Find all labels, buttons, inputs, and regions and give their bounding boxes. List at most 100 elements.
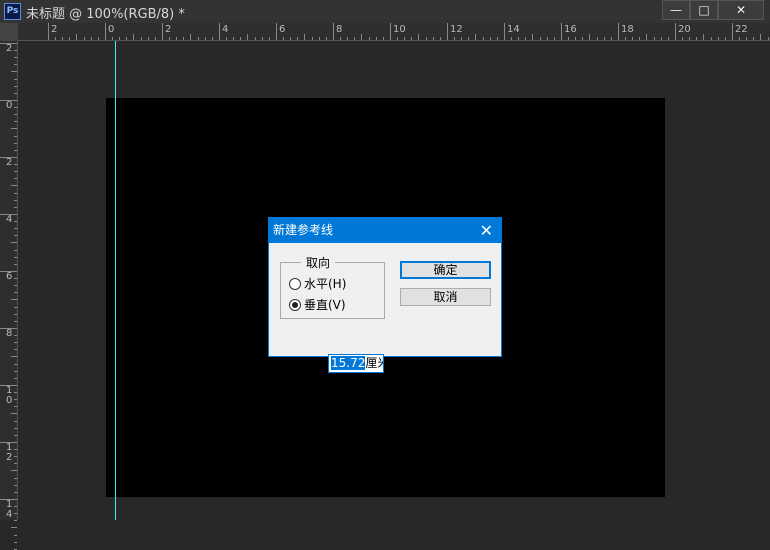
- ruler-tick: [14, 64, 17, 66]
- ruler-tick: [14, 477, 17, 479]
- ruler-tick: [361, 34, 363, 40]
- ruler-tick: [354, 37, 356, 40]
- ruler-tick: [660, 37, 662, 40]
- ruler-tick: [746, 37, 748, 40]
- ruler-tick: [439, 37, 441, 40]
- ruler-tick: [404, 37, 406, 40]
- ruler-tick: [14, 285, 17, 287]
- ruler-label: 2: [6, 43, 13, 54]
- ruler-tick: [717, 37, 719, 40]
- minimize-button[interactable]: —: [662, 0, 690, 20]
- ruler-tick: [675, 23, 676, 40]
- ruler-tick: [14, 78, 17, 80]
- ruler-tick: [304, 34, 306, 40]
- ruler-tick: [11, 527, 17, 529]
- position-input[interactable]: 15.72厘米: [328, 354, 384, 373]
- ruler-tick: [14, 534, 17, 536]
- horizontal-ruler[interactable]: 2 0 2 4 6 8 10 12 14 16 18 20 22: [18, 23, 770, 41]
- ruler-tick: [11, 413, 17, 415]
- ruler-tick: [169, 37, 171, 40]
- new-guide-dialog: 新建参考线 ✕ 取向 水平(H) 垂直(V) 确定 取消 位置(P): 15.7…: [268, 217, 502, 373]
- ruler-tick: [475, 34, 477, 40]
- ruler-tick: [489, 37, 491, 40]
- maximize-button[interactable]: □: [690, 0, 718, 20]
- ruler-label: 12: [450, 24, 463, 35]
- radio-horizontal-label: 水平(H): [304, 277, 347, 291]
- ruler-tick: [14, 178, 17, 180]
- ruler-tick: [539, 37, 541, 40]
- ruler-tick: [575, 37, 577, 40]
- ruler-tick: [105, 23, 106, 40]
- radio-vertical[interactable]: 垂直(V): [289, 296, 346, 313]
- ruler-tick: [14, 199, 17, 201]
- ruler-tick: [211, 37, 213, 40]
- ruler-tick: [14, 278, 17, 280]
- ruler-tick: [14, 363, 17, 365]
- ruler-tick: [14, 164, 17, 166]
- ruler-tick: [11, 356, 17, 358]
- ruler-tick: [90, 37, 92, 40]
- vertical-guide[interactable]: [115, 41, 116, 520]
- ruler-tick: [667, 37, 669, 40]
- ruler-tick: [689, 37, 691, 40]
- ruler-tick: [14, 342, 17, 344]
- ruler-tick: [190, 34, 192, 40]
- ruler-tick: [14, 50, 17, 52]
- ruler-tick: [682, 37, 684, 40]
- ruler-tick: [760, 34, 762, 40]
- ruler-tick: [610, 37, 612, 40]
- ruler-tick: [432, 37, 434, 40]
- ruler-corner[interactable]: [0, 23, 18, 41]
- ruler-tick: [14, 313, 17, 315]
- ruler-tick: [732, 23, 733, 40]
- vertical-ruler[interactable]: 2 0 2 4 6 8 10 12 14: [0, 41, 18, 550]
- ruler-tick: [639, 37, 641, 40]
- close-button[interactable]: ✕: [718, 0, 764, 20]
- dialog-close-icon[interactable]: ✕: [480, 218, 493, 243]
- ruler-tick: [724, 37, 726, 40]
- ruler-label: 10: [393, 24, 406, 35]
- ruler-label: 6: [6, 271, 13, 282]
- ruler-tick: [83, 37, 85, 40]
- ruler-tick: [454, 37, 456, 40]
- ruler-tick: [653, 37, 655, 40]
- ruler-tick: [14, 171, 17, 173]
- ruler-tick: [703, 34, 705, 40]
- ruler-tick: [14, 427, 17, 429]
- ruler-tick: [14, 221, 17, 223]
- ruler-tick: [14, 249, 17, 251]
- ruler-tick: [425, 37, 427, 40]
- ruler-tick: [11, 470, 17, 472]
- ruler-tick: [325, 37, 327, 40]
- ruler-tick: [753, 37, 755, 40]
- ruler-tick: [14, 370, 17, 372]
- ok-button[interactable]: 确定: [400, 261, 491, 279]
- ruler-tick: [247, 34, 249, 40]
- ruler-tick: [632, 37, 634, 40]
- cancel-button[interactable]: 取消: [400, 288, 491, 306]
- ruler-label: 22: [735, 24, 748, 35]
- ruler-tick: [14, 192, 17, 194]
- ruler-tick: [14, 484, 17, 486]
- ruler-tick: [219, 23, 220, 40]
- ruler-tick: [518, 37, 520, 40]
- ruler-tick: [710, 37, 712, 40]
- ruler-tick: [646, 34, 648, 40]
- ruler-tick: [582, 37, 584, 40]
- ruler-tick: [297, 37, 299, 40]
- ruler-tick: [55, 37, 57, 40]
- ruler-tick: [511, 37, 513, 40]
- ruler-tick: [603, 37, 605, 40]
- ruler-label: 14: [507, 24, 520, 35]
- ruler-label: 2: [51, 24, 58, 35]
- radio-horizontal[interactable]: 水平(H): [289, 275, 346, 292]
- ruler-tick: [14, 306, 17, 308]
- orientation-label: 取向: [301, 254, 336, 271]
- ruler-tick: [347, 37, 349, 40]
- ruler-tick: [290, 37, 292, 40]
- ruler-tick: [14, 135, 17, 137]
- ruler-tick: [0, 100, 17, 101]
- ruler-tick: [97, 37, 99, 40]
- ruler-tick: [14, 206, 17, 208]
- ruler-tick: [14, 456, 17, 458]
